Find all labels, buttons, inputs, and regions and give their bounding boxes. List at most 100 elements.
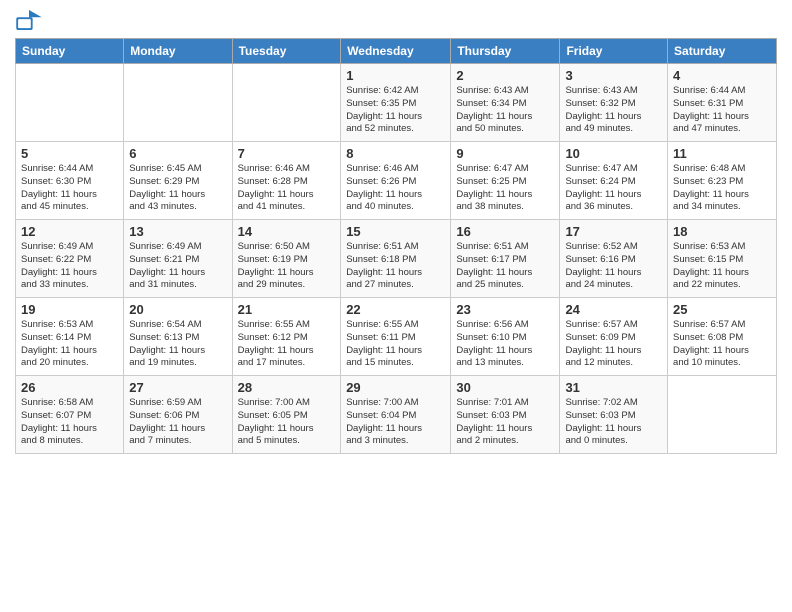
day-number: 25 xyxy=(673,302,771,317)
weekday-header-cell: Sunday xyxy=(16,39,124,64)
day-number: 23 xyxy=(456,302,554,317)
day-detail: Sunrise: 6:44 AM Sunset: 6:30 PM Dayligh… xyxy=(21,163,97,212)
calendar-day-cell: 15 Sunrise: 6:51 AM Sunset: 6:18 PM Dayli… xyxy=(341,220,451,298)
day-detail: Sunrise: 7:01 AM Sunset: 6:03 PM Dayligh… xyxy=(456,397,532,446)
day-number: 30 xyxy=(456,380,554,395)
day-detail: Sunrise: 6:47 AM Sunset: 6:24 PM Dayligh… xyxy=(565,163,641,212)
calendar-day-cell: 3 Sunrise: 6:43 AM Sunset: 6:32 PM Daylig… xyxy=(560,64,668,142)
day-number: 21 xyxy=(238,302,336,317)
calendar-week-row: 12 Sunrise: 6:49 AM Sunset: 6:22 PM Dayli… xyxy=(16,220,777,298)
day-detail: Sunrise: 6:56 AM Sunset: 6:10 PM Dayligh… xyxy=(456,319,532,368)
day-detail: Sunrise: 6:54 AM Sunset: 6:13 PM Dayligh… xyxy=(129,319,205,368)
calendar-day-cell: 19Sunrise: 6:53 AM Sunset: 6:14 PM Dayli… xyxy=(16,298,124,376)
day-number: 5 xyxy=(21,146,118,161)
day-number: 13 xyxy=(129,224,226,239)
day-detail: Sunrise: 6:46 AM Sunset: 6:28 PM Dayligh… xyxy=(238,163,314,212)
day-number: 24 xyxy=(565,302,662,317)
day-number: 27 xyxy=(129,380,226,395)
weekday-header-cell: Friday xyxy=(560,39,668,64)
calendar-day-cell: 18 Sunrise: 6:53 AM Sunset: 6:15 PM Dayli… xyxy=(668,220,777,298)
day-detail: Sunrise: 6:59 AM Sunset: 6:06 PM Dayligh… xyxy=(129,397,205,446)
calendar-day-cell: 8 Sunrise: 6:46 AM Sunset: 6:26 PM Daylig… xyxy=(341,142,451,220)
weekday-header-row: SundayMondayTuesdayWednesdayThursdayFrid… xyxy=(16,39,777,64)
day-number: 11 xyxy=(673,146,771,161)
calendar-day-cell: 29Sunrise: 7:00 AM Sunset: 6:04 PM Dayli… xyxy=(341,376,451,454)
day-number: 28 xyxy=(238,380,336,395)
logo-icon xyxy=(15,10,43,30)
calendar-day-cell: 5 Sunrise: 6:44 AM Sunset: 6:30 PM Daylig… xyxy=(16,142,124,220)
day-number: 12 xyxy=(21,224,118,239)
day-number: 19 xyxy=(21,302,118,317)
calendar-day-cell: 7Sunrise: 6:46 AM Sunset: 6:28 PM Daylig… xyxy=(232,142,341,220)
calendar-day-cell: 2Sunrise: 6:43 AM Sunset: 6:34 PM Daylig… xyxy=(451,64,560,142)
weekday-header-cell: Saturday xyxy=(668,39,777,64)
calendar-day-cell: 17 Sunrise: 6:52 AM Sunset: 6:16 PM Dayli… xyxy=(560,220,668,298)
day-number: 31 xyxy=(565,380,662,395)
weekday-header-cell: Thursday xyxy=(451,39,560,64)
calendar-day-cell: 28 Sunrise: 7:00 AM Sunset: 6:05 PM Dayli… xyxy=(232,376,341,454)
calendar-week-row: 5 Sunrise: 6:44 AM Sunset: 6:30 PM Daylig… xyxy=(16,142,777,220)
day-detail: Sunrise: 6:57 AM Sunset: 6:09 PM Dayligh… xyxy=(565,319,641,368)
day-detail: Sunrise: 6:49 AM Sunset: 6:22 PM Dayligh… xyxy=(21,241,97,290)
day-detail: Sunrise: 6:43 AM Sunset: 6:32 PM Dayligh… xyxy=(565,85,641,134)
day-detail: Sunrise: 6:52 AM Sunset: 6:16 PM Dayligh… xyxy=(565,241,641,290)
calendar-day-cell: 11 Sunrise: 6:48 AM Sunset: 6:23 PM Dayli… xyxy=(668,142,777,220)
day-detail: Sunrise: 6:51 AM Sunset: 6:17 PM Dayligh… xyxy=(456,241,532,290)
day-number: 18 xyxy=(673,224,771,239)
day-detail: Sunrise: 6:55 AM Sunset: 6:11 PM Dayligh… xyxy=(346,319,422,368)
calendar-day-cell: 6 Sunrise: 6:45 AM Sunset: 6:29 PM Daylig… xyxy=(124,142,232,220)
calendar-day-cell: 30 Sunrise: 7:01 AM Sunset: 6:03 PM Dayli… xyxy=(451,376,560,454)
calendar-day-cell: 22 Sunrise: 6:55 AM Sunset: 6:11 PM Dayli… xyxy=(341,298,451,376)
day-number: 3 xyxy=(565,68,662,83)
day-detail: Sunrise: 6:57 AM Sunset: 6:08 PM Dayligh… xyxy=(673,319,749,368)
day-detail: Sunrise: 6:47 AM Sunset: 6:25 PM Dayligh… xyxy=(456,163,532,212)
calendar-day-cell: 24 Sunrise: 6:57 AM Sunset: 6:09 PM Dayli… xyxy=(560,298,668,376)
calendar-day-cell: 25 Sunrise: 6:57 AM Sunset: 6:08 PM Dayli… xyxy=(668,298,777,376)
day-detail: Sunrise: 6:53 AM Sunset: 6:15 PM Dayligh… xyxy=(673,241,749,290)
calendar-day-cell xyxy=(16,64,124,142)
calendar-day-cell: 13 Sunrise: 6:49 AM Sunset: 6:21 PM Dayli… xyxy=(124,220,232,298)
day-detail: Sunrise: 6:45 AM Sunset: 6:29 PM Dayligh… xyxy=(129,163,205,212)
day-detail: Sunrise: 6:50 AM Sunset: 6:19 PM Dayligh… xyxy=(238,241,314,290)
calendar-day-cell xyxy=(124,64,232,142)
day-detail: Sunrise: 6:48 AM Sunset: 6:23 PM Dayligh… xyxy=(673,163,749,212)
day-number: 1 xyxy=(346,68,445,83)
day-number: 6 xyxy=(129,146,226,161)
header xyxy=(15,10,777,30)
day-number: 22 xyxy=(346,302,445,317)
calendar-day-cell: 21Sunrise: 6:55 AM Sunset: 6:12 PM Dayli… xyxy=(232,298,341,376)
weekday-header-cell: Wednesday xyxy=(341,39,451,64)
day-detail: Sunrise: 6:43 AM Sunset: 6:34 PM Dayligh… xyxy=(456,85,532,134)
calendar-day-cell: 20 Sunrise: 6:54 AM Sunset: 6:13 PM Dayli… xyxy=(124,298,232,376)
day-detail: Sunrise: 7:00 AM Sunset: 6:04 PM Dayligh… xyxy=(346,397,422,446)
day-detail: Sunrise: 6:44 AM Sunset: 6:31 PM Dayligh… xyxy=(673,85,749,134)
calendar-container: SundayMondayTuesdayWednesdayThursdayFrid… xyxy=(0,0,792,464)
calendar-day-cell: 16Sunrise: 6:51 AM Sunset: 6:17 PM Dayli… xyxy=(451,220,560,298)
calendar-day-cell: 10Sunrise: 6:47 AM Sunset: 6:24 PM Dayli… xyxy=(560,142,668,220)
calendar-day-cell: 31 Sunrise: 7:02 AM Sunset: 6:03 PM Dayli… xyxy=(560,376,668,454)
calendar-week-row: 26Sunrise: 6:58 AM Sunset: 6:07 PM Dayli… xyxy=(16,376,777,454)
weekday-header-cell: Monday xyxy=(124,39,232,64)
day-detail: Sunrise: 6:51 AM Sunset: 6:18 PM Dayligh… xyxy=(346,241,422,290)
calendar-day-cell: 12 Sunrise: 6:49 AM Sunset: 6:22 PM Dayli… xyxy=(16,220,124,298)
calendar-day-cell: 14 Sunrise: 6:50 AM Sunset: 6:19 PM Dayli… xyxy=(232,220,341,298)
calendar-week-row: 1Sunrise: 6:42 AM Sunset: 6:35 PM Daylig… xyxy=(16,64,777,142)
day-detail: Sunrise: 7:00 AM Sunset: 6:05 PM Dayligh… xyxy=(238,397,314,446)
calendar-body: 1Sunrise: 6:42 AM Sunset: 6:35 PM Daylig… xyxy=(16,64,777,454)
day-detail: Sunrise: 7:02 AM Sunset: 6:03 PM Dayligh… xyxy=(565,397,641,446)
day-detail: Sunrise: 6:46 AM Sunset: 6:26 PM Dayligh… xyxy=(346,163,422,212)
calendar-day-cell xyxy=(232,64,341,142)
calendar-table: SundayMondayTuesdayWednesdayThursdayFrid… xyxy=(15,38,777,454)
day-number: 9 xyxy=(456,146,554,161)
calendar-week-row: 19Sunrise: 6:53 AM Sunset: 6:14 PM Dayli… xyxy=(16,298,777,376)
calendar-day-cell: 26Sunrise: 6:58 AM Sunset: 6:07 PM Dayli… xyxy=(16,376,124,454)
weekday-header-cell: Tuesday xyxy=(232,39,341,64)
day-number: 17 xyxy=(565,224,662,239)
day-number: 14 xyxy=(238,224,336,239)
calendar-day-cell: 9 Sunrise: 6:47 AM Sunset: 6:25 PM Daylig… xyxy=(451,142,560,220)
day-number: 20 xyxy=(129,302,226,317)
day-number: 15 xyxy=(346,224,445,239)
calendar-day-cell: 1Sunrise: 6:42 AM Sunset: 6:35 PM Daylig… xyxy=(341,64,451,142)
day-number: 8 xyxy=(346,146,445,161)
day-detail: Sunrise: 6:49 AM Sunset: 6:21 PM Dayligh… xyxy=(129,241,205,290)
